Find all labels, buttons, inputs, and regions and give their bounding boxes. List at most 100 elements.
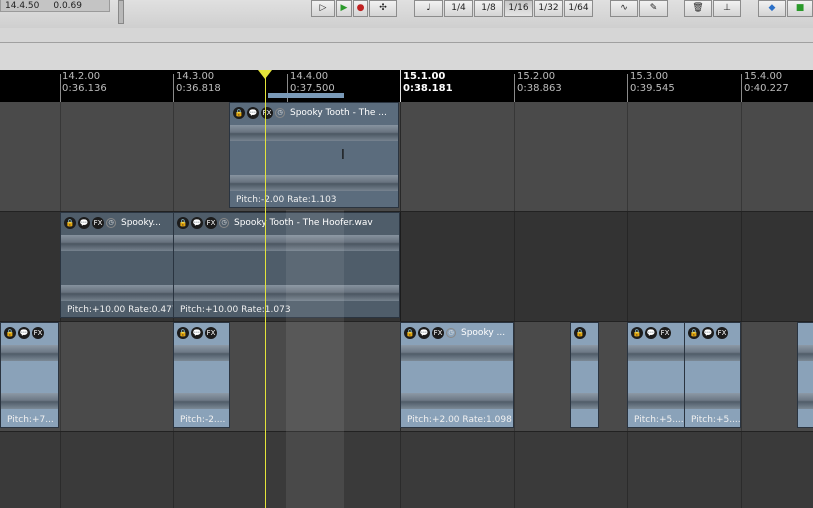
diamond-button[interactable]: ◆: [758, 0, 786, 17]
waveform-bottom: [174, 393, 229, 409]
fx-icon[interactable]: FX: [32, 326, 44, 339]
comment-icon[interactable]: 💬: [247, 106, 259, 119]
lock-icon[interactable]: 🔒: [631, 326, 643, 339]
ruler-time-label: 0:39.545: [630, 83, 675, 94]
waveform-top: [571, 345, 598, 361]
item-header: 🔒 💬 FX ◷ Spooky ...: [404, 326, 511, 339]
clock-icon[interactable]: ◷: [446, 327, 456, 338]
trash-button[interactable]: 🗑: [684, 0, 712, 17]
ruler-tick: [60, 74, 61, 102]
waveform-top: [1, 345, 58, 361]
comment-icon[interactable]: 💬: [418, 326, 430, 339]
comment-icon[interactable]: 💬: [191, 216, 203, 229]
grid-sixteenth-button[interactable]: 1/16: [504, 0, 533, 17]
item-header: 🔒 💬 FX: [688, 326, 738, 339]
run-icon: ✣: [379, 3, 387, 13]
record-button[interactable]: ●: [353, 0, 368, 17]
fx-icon[interactable]: FX: [205, 326, 217, 339]
note-button[interactable]: ♩: [414, 0, 443, 17]
item-pitch-label: Pitch:+7...: [7, 415, 54, 425]
clock-icon[interactable]: ◷: [219, 217, 229, 228]
grid-line: [60, 102, 61, 211]
ruler-time-label: 0:38.863: [517, 83, 562, 94]
grid-thirtysecond-button[interactable]: 1/32: [534, 0, 563, 17]
position-extra: 0.0.69: [53, 1, 82, 11]
split-button[interactable]: ⊥: [713, 0, 741, 17]
media-item[interactable]: 🔒 💬 FX Pitch:+5....: [684, 322, 741, 428]
fx-icon[interactable]: FX: [92, 216, 104, 229]
comment-icon[interactable]: 💬: [645, 326, 657, 339]
item-header: 🔒 💬 FX: [4, 326, 56, 339]
track-1[interactable]: 🔒 💬 FX ◷ Spooky Tooth - The ... Pitch:-2…: [0, 102, 813, 212]
fx-icon[interactable]: FX: [716, 326, 728, 339]
lock-icon[interactable]: 🔒: [177, 326, 189, 339]
media-item[interactable]: 🔒 💬 FX ◷ Spooky Tooth - The ... Pitch:-2…: [229, 102, 399, 208]
waveform-bottom: [571, 393, 598, 409]
fx-icon[interactable]: FX: [659, 326, 671, 339]
comment-icon[interactable]: 💬: [18, 326, 30, 339]
ruler-tick: [627, 74, 628, 102]
grid-line: [173, 102, 174, 211]
ruler-beat-label: 14.2.00: [62, 71, 101, 82]
lock-icon[interactable]: 🔒: [64, 216, 76, 229]
item-pitch-label: Pitch:-2.00 Rate:1.103: [236, 195, 337, 205]
timeline-ruler[interactable]: 14.2.00 0:36.136 14.3.00 0:36.818 14.4.0…: [0, 70, 813, 102]
run-button[interactable]: ✣: [369, 0, 397, 17]
lock-icon[interactable]: 🔒: [233, 106, 245, 119]
item-header: 🔒 💬 FX ◷ Spooky...: [64, 216, 171, 229]
edit-cursor[interactable]: [265, 76, 266, 508]
fx-icon[interactable]: FX: [261, 106, 273, 119]
edit-cursor-marker[interactable]: [258, 70, 272, 79]
ruler-beat-label: 14.3.00: [176, 71, 215, 82]
trash-icon: 🗑: [692, 3, 704, 13]
loop-region-marker[interactable]: [268, 93, 344, 98]
toolbar-strip: [0, 28, 813, 43]
grid-line: [60, 432, 61, 508]
track-2[interactable]: 🔒 💬 FX ◷ Spooky... Pitch:+10.00 Rate:0.4…: [0, 212, 813, 322]
play-button[interactable]: ▷: [311, 0, 335, 17]
lock-icon[interactable]: 🔒: [688, 326, 700, 339]
waveform-button[interactable]: ∿: [610, 0, 638, 17]
ruler-time-label: 0:36.136: [62, 83, 107, 94]
media-item[interactable]: 🔒 💬 FX Pitch:+5....: [627, 322, 685, 428]
grid-line: [741, 212, 742, 321]
ruler-tick: [173, 74, 174, 102]
clock-icon[interactable]: ◷: [275, 107, 285, 118]
divider-handle[interactable]: [118, 0, 124, 24]
clock-icon[interactable]: ◷: [106, 217, 116, 228]
grid-line: [627, 432, 628, 508]
edit-button[interactable]: ✎: [639, 0, 668, 17]
media-item[interactable]: 🔒 💬 FX ◷ Spooky ... Pitch:+2.00 Rate:1.0…: [400, 322, 514, 428]
grid-line: [627, 212, 628, 321]
grid-quarter-button[interactable]: 1/4: [444, 0, 473, 17]
grid-sixtyfourth-button[interactable]: 1/64: [564, 0, 593, 17]
lock-icon[interactable]: 🔒: [574, 326, 586, 339]
fx-icon[interactable]: FX: [205, 216, 217, 229]
comment-icon[interactable]: 💬: [702, 326, 714, 339]
waveform-bottom: [1, 393, 58, 409]
media-item[interactable]: [797, 322, 813, 428]
lock-green-button[interactable]: ■: [787, 0, 813, 17]
ruler-time-label: 0:38.181: [403, 83, 453, 94]
play-green-button[interactable]: ▶: [336, 0, 352, 17]
track-3[interactable]: 🔒 💬 FX Pitch:+7... 🔒 💬 FX Pitch:-2.... 🔒…: [0, 322, 813, 432]
grid-label: 1/32: [538, 3, 559, 13]
lock-icon[interactable]: 🔒: [404, 326, 416, 339]
lock-icon[interactable]: 🔒: [4, 326, 16, 339]
time-selection[interactable]: [286, 210, 344, 508]
waveform-top: [174, 345, 229, 361]
play-icon: ▷: [319, 3, 327, 13]
fx-icon[interactable]: FX: [432, 326, 444, 339]
lock-icon[interactable]: 🔒: [177, 216, 189, 229]
media-item[interactable]: 🔒 💬 FX Pitch:+7...: [0, 322, 59, 428]
comment-icon[interactable]: 💬: [191, 326, 203, 339]
grid-eighth-button[interactable]: 1/8: [474, 0, 503, 17]
comment-icon[interactable]: 💬: [78, 216, 90, 229]
media-item[interactable]: 🔒 💬 FX ◷ Spooky... Pitch:+10.00 Rate:0.4…: [60, 212, 174, 318]
waveform-bottom: [685, 393, 740, 409]
media-item[interactable]: 🔒: [570, 322, 599, 428]
media-item[interactable]: 🔒 💬 FX Pitch:-2....: [173, 322, 230, 428]
waveform-top: [628, 345, 684, 361]
empty-track-area[interactable]: [0, 432, 813, 508]
waveform-bottom: [628, 393, 684, 409]
